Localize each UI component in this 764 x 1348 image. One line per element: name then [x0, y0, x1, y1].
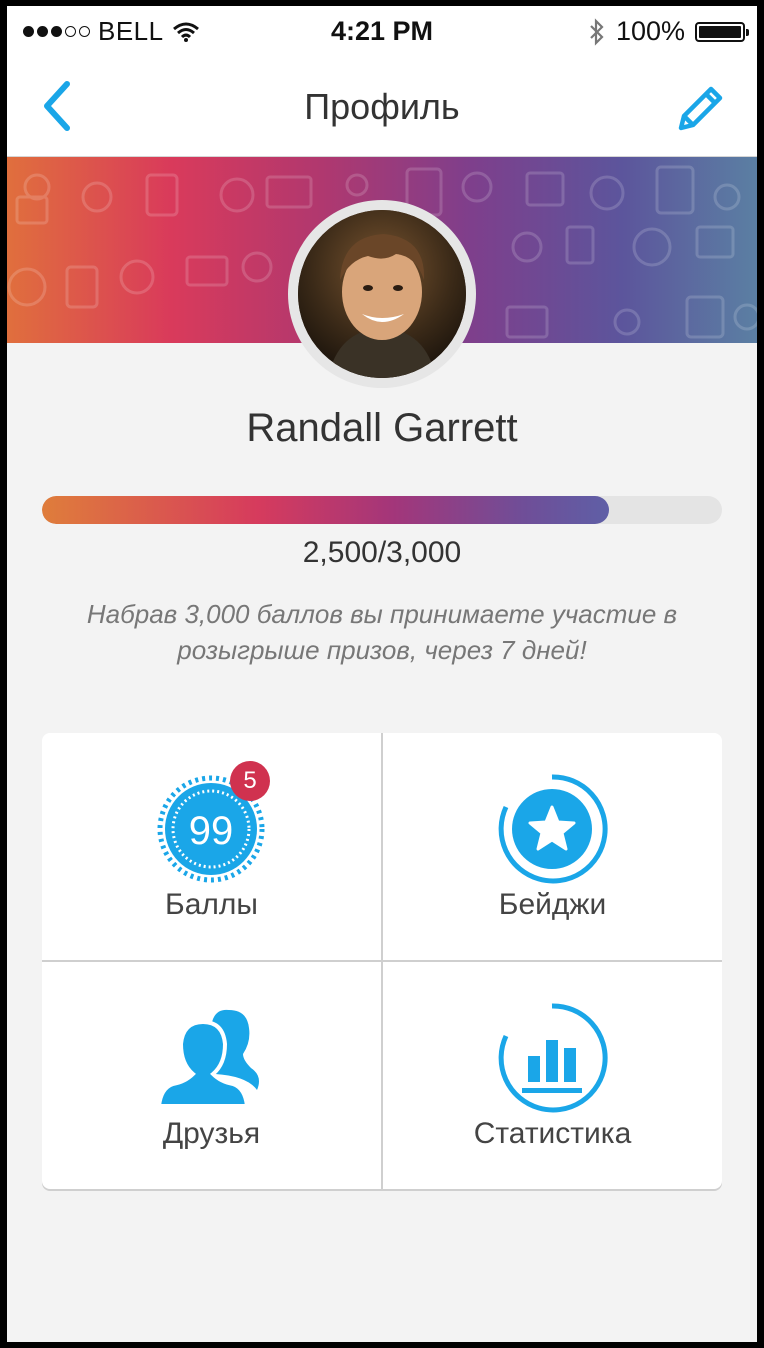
avatar[interactable]	[298, 210, 466, 378]
profile-menu-grid: 99 5 Баллы Бейджи Друзья Статистика	[42, 733, 722, 1189]
menu-statistics[interactable]: Статистика	[383, 962, 722, 1189]
points-progress-text: 2,500/3,000	[302, 536, 462, 569]
svg-text:99: 99	[189, 809, 234, 853]
avatar-image	[298, 210, 466, 378]
screen: BELL 4:21 PM 100% Профиль Randall Garret…	[7, 6, 757, 1342]
battery-percent: 100%	[615, 16, 685, 46]
menu-friends[interactable]: Друзья	[42, 962, 381, 1189]
star-badge-icon	[498, 774, 608, 884]
friends-icon	[156, 1009, 259, 1108]
statistics-icon	[498, 1003, 608, 1113]
menu-points[interactable]: 99 5 Баллы	[42, 733, 381, 960]
menu-friends-label: Друзья	[162, 1117, 261, 1150]
edit-button[interactable]	[671, 78, 729, 136]
status-bar: BELL 4:21 PM 100%	[7, 6, 757, 56]
device-frame: BELL 4:21 PM 100% Профиль Randall Garret…	[0, 0, 764, 1348]
page-title: Профиль	[304, 86, 460, 127]
battery-icon	[695, 21, 749, 42]
prize-hint: Набрав 3,000 баллов вы принимаете участи…	[86, 599, 678, 665]
nav-bar: Профиль	[7, 56, 757, 157]
bluetooth-icon	[590, 17, 604, 46]
menu-statistics-label: Статистика	[473, 1117, 632, 1150]
menu-points-label: Баллы	[165, 888, 258, 921]
menu-badges[interactable]: Бейджи	[383, 733, 722, 960]
menu-badges-label: Бейджи	[498, 888, 607, 921]
points-progress-fill	[42, 496, 609, 524]
points-badge-count: 5	[230, 761, 270, 801]
points-progress-bar	[42, 496, 722, 524]
pencil-icon	[678, 86, 723, 131]
status-right: 100%	[588, 16, 749, 47]
profile-name: Randall Garrett	[246, 406, 518, 450]
